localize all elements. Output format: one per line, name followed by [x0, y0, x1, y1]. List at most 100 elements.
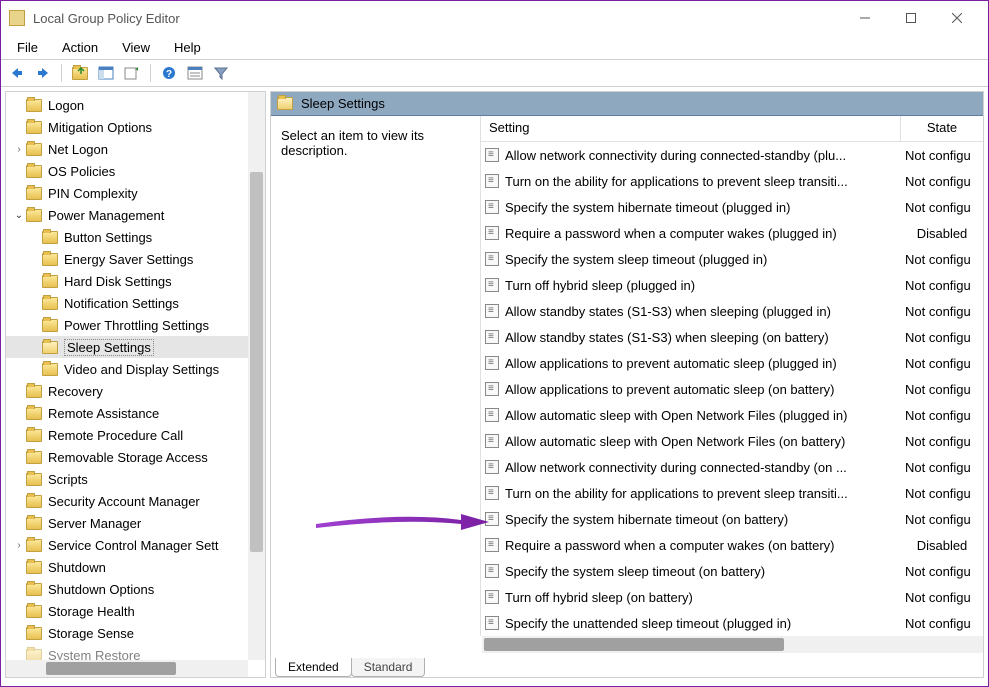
tree-item[interactable]: Sleep Settings: [6, 336, 265, 358]
setting-row[interactable]: Turn off hybrid sleep (plugged in)Not co…: [481, 272, 983, 298]
content-area: Logon Mitigation Options›Net LogonOS Poli…: [1, 87, 988, 682]
tree-item[interactable]: Button Settings: [6, 226, 265, 248]
setting-name: Allow standby states (S1-S3) when sleepi…: [505, 330, 829, 345]
setting-row[interactable]: Turn on the ability for applications to …: [481, 168, 983, 194]
expand-icon[interactable]: ›: [12, 540, 26, 551]
setting-state: Disabled: [901, 226, 983, 241]
menu-view[interactable]: View: [112, 38, 160, 57]
close-button[interactable]: [934, 3, 980, 33]
tree-item[interactable]: ›Service Control Manager Sett: [6, 534, 265, 556]
tree-vertical-scrollbar[interactable]: [248, 92, 265, 660]
tree-item[interactable]: Recovery: [6, 380, 265, 402]
tree-item-label: Storage Health: [48, 604, 135, 619]
column-header-state[interactable]: State: [901, 116, 983, 141]
menu-help[interactable]: Help: [164, 38, 211, 57]
tree-item[interactable]: Security Account Manager: [6, 490, 265, 512]
tree-item-label: Video and Display Settings: [64, 362, 219, 377]
back-button[interactable]: [5, 62, 29, 84]
setting-row[interactable]: Allow applications to prevent automatic …: [481, 350, 983, 376]
svg-text:?: ?: [166, 69, 172, 80]
setting-name-cell: Turn off hybrid sleep (plugged in): [481, 278, 901, 293]
maximize-button[interactable]: [888, 3, 934, 33]
setting-row[interactable]: Allow network connectivity during connec…: [481, 142, 983, 168]
forward-button[interactable]: [31, 62, 55, 84]
setting-row[interactable]: Specify the system hibernate timeout (on…: [481, 506, 983, 532]
setting-row[interactable]: Require a password when a computer wakes…: [481, 532, 983, 558]
window-controls: [842, 3, 980, 33]
folder-icon: [42, 297, 58, 310]
tree-item[interactable]: Mitigation Options: [6, 116, 265, 138]
tree[interactable]: Logon Mitigation Options›Net LogonOS Poli…: [6, 92, 265, 677]
scrollbar-thumb[interactable]: [46, 662, 176, 675]
tree-item[interactable]: Video and Display Settings: [6, 358, 265, 380]
tree-item[interactable]: Scripts: [6, 468, 265, 490]
setting-row[interactable]: Allow applications to prevent automatic …: [481, 376, 983, 402]
tree-item[interactable]: Logon: [6, 94, 265, 116]
setting-name-cell: Allow network connectivity during connec…: [481, 148, 901, 163]
setting-name: Allow network connectivity during connec…: [505, 148, 846, 163]
tree-item[interactable]: Storage Sense: [6, 622, 265, 644]
tree-item-label: Energy Saver Settings: [64, 252, 193, 267]
setting-row[interactable]: Allow standby states (S1-S3) when sleepi…: [481, 298, 983, 324]
detail-horizontal-scrollbar[interactable]: [482, 636, 983, 653]
setting-name: Require a password when a computer wakes…: [505, 226, 837, 241]
tree-item[interactable]: Energy Saver Settings: [6, 248, 265, 270]
setting-row[interactable]: Allow automatic sleep with Open Network …: [481, 428, 983, 454]
setting-row[interactable]: Specify the system sleep timeout (plugge…: [481, 246, 983, 272]
setting-row[interactable]: Turn on the ability for applications to …: [481, 480, 983, 506]
policy-icon: [485, 486, 499, 500]
tree-item[interactable]: Hard Disk Settings: [6, 270, 265, 292]
menu-file[interactable]: File: [7, 38, 48, 57]
tab-standard[interactable]: Standard: [351, 658, 426, 677]
setting-row[interactable]: Specify the unattended sleep timeout (pl…: [481, 610, 983, 636]
tree-item-label: Remote Assistance: [48, 406, 159, 421]
policy-icon: [485, 564, 499, 578]
export-list-button[interactable]: [120, 62, 144, 84]
properties-button[interactable]: [183, 62, 207, 84]
tree-item[interactable]: ›Net Logon: [6, 138, 265, 160]
tree-item[interactable]: PIN Complexity: [6, 182, 265, 204]
tree-item[interactable]: Storage Health: [6, 600, 265, 622]
tree-horizontal-scrollbar[interactable]: [6, 660, 248, 677]
list-rows: Allow network connectivity during connec…: [481, 142, 983, 636]
setting-row[interactable]: Allow network connectivity during connec…: [481, 454, 983, 480]
detail-tabs: Extended Standard: [271, 653, 983, 677]
tree-item[interactable]: OS Policies: [6, 160, 265, 182]
tree-item-label: Hard Disk Settings: [64, 274, 172, 289]
setting-row[interactable]: Turn off hybrid sleep (on battery)Not co…: [481, 584, 983, 610]
tab-extended[interactable]: Extended: [275, 658, 352, 677]
expand-icon[interactable]: ›: [12, 144, 26, 155]
setting-row[interactable]: Require a password when a computer wakes…: [481, 220, 983, 246]
tree-item-label: Logon: [48, 98, 84, 113]
folder-icon: [42, 363, 58, 376]
policy-icon: [485, 226, 499, 240]
setting-name-cell: Allow applications to prevent automatic …: [481, 356, 901, 371]
filter-button[interactable]: [209, 62, 233, 84]
scrollbar-thumb[interactable]: [484, 638, 784, 651]
tree-item[interactable]: Remote Procedure Call: [6, 424, 265, 446]
minimize-button[interactable]: [842, 3, 888, 33]
folder-icon: [26, 605, 42, 618]
tree-item[interactable]: Shutdown: [6, 556, 265, 578]
policy-icon: [485, 460, 499, 474]
tree-item[interactable]: Server Manager: [6, 512, 265, 534]
column-header-setting[interactable]: Setting: [481, 116, 901, 141]
setting-name: Specify the system hibernate timeout (on…: [505, 512, 788, 527]
setting-row[interactable]: Allow standby states (S1-S3) when sleepi…: [481, 324, 983, 350]
setting-row[interactable]: Allow automatic sleep with Open Network …: [481, 402, 983, 428]
scrollbar-thumb[interactable]: [250, 172, 263, 552]
show-hide-tree-button[interactable]: [94, 62, 118, 84]
tree-item[interactable]: Notification Settings: [6, 292, 265, 314]
tree-item[interactable]: Removable Storage Access: [6, 446, 265, 468]
tree-item-label: Notification Settings: [64, 296, 179, 311]
tree-item[interactable]: Remote Assistance: [6, 402, 265, 424]
setting-row[interactable]: Specify the system sleep timeout (on bat…: [481, 558, 983, 584]
help-button[interactable]: ?: [157, 62, 181, 84]
setting-row[interactable]: Specify the system hibernate timeout (pl…: [481, 194, 983, 220]
collapse-icon[interactable]: ⌄: [12, 210, 26, 221]
menu-action[interactable]: Action: [52, 38, 108, 57]
tree-item[interactable]: Shutdown Options: [6, 578, 265, 600]
up-folder-button[interactable]: [68, 62, 92, 84]
tree-item[interactable]: ⌄Power Management: [6, 204, 265, 226]
tree-item[interactable]: Power Throttling Settings: [6, 314, 265, 336]
